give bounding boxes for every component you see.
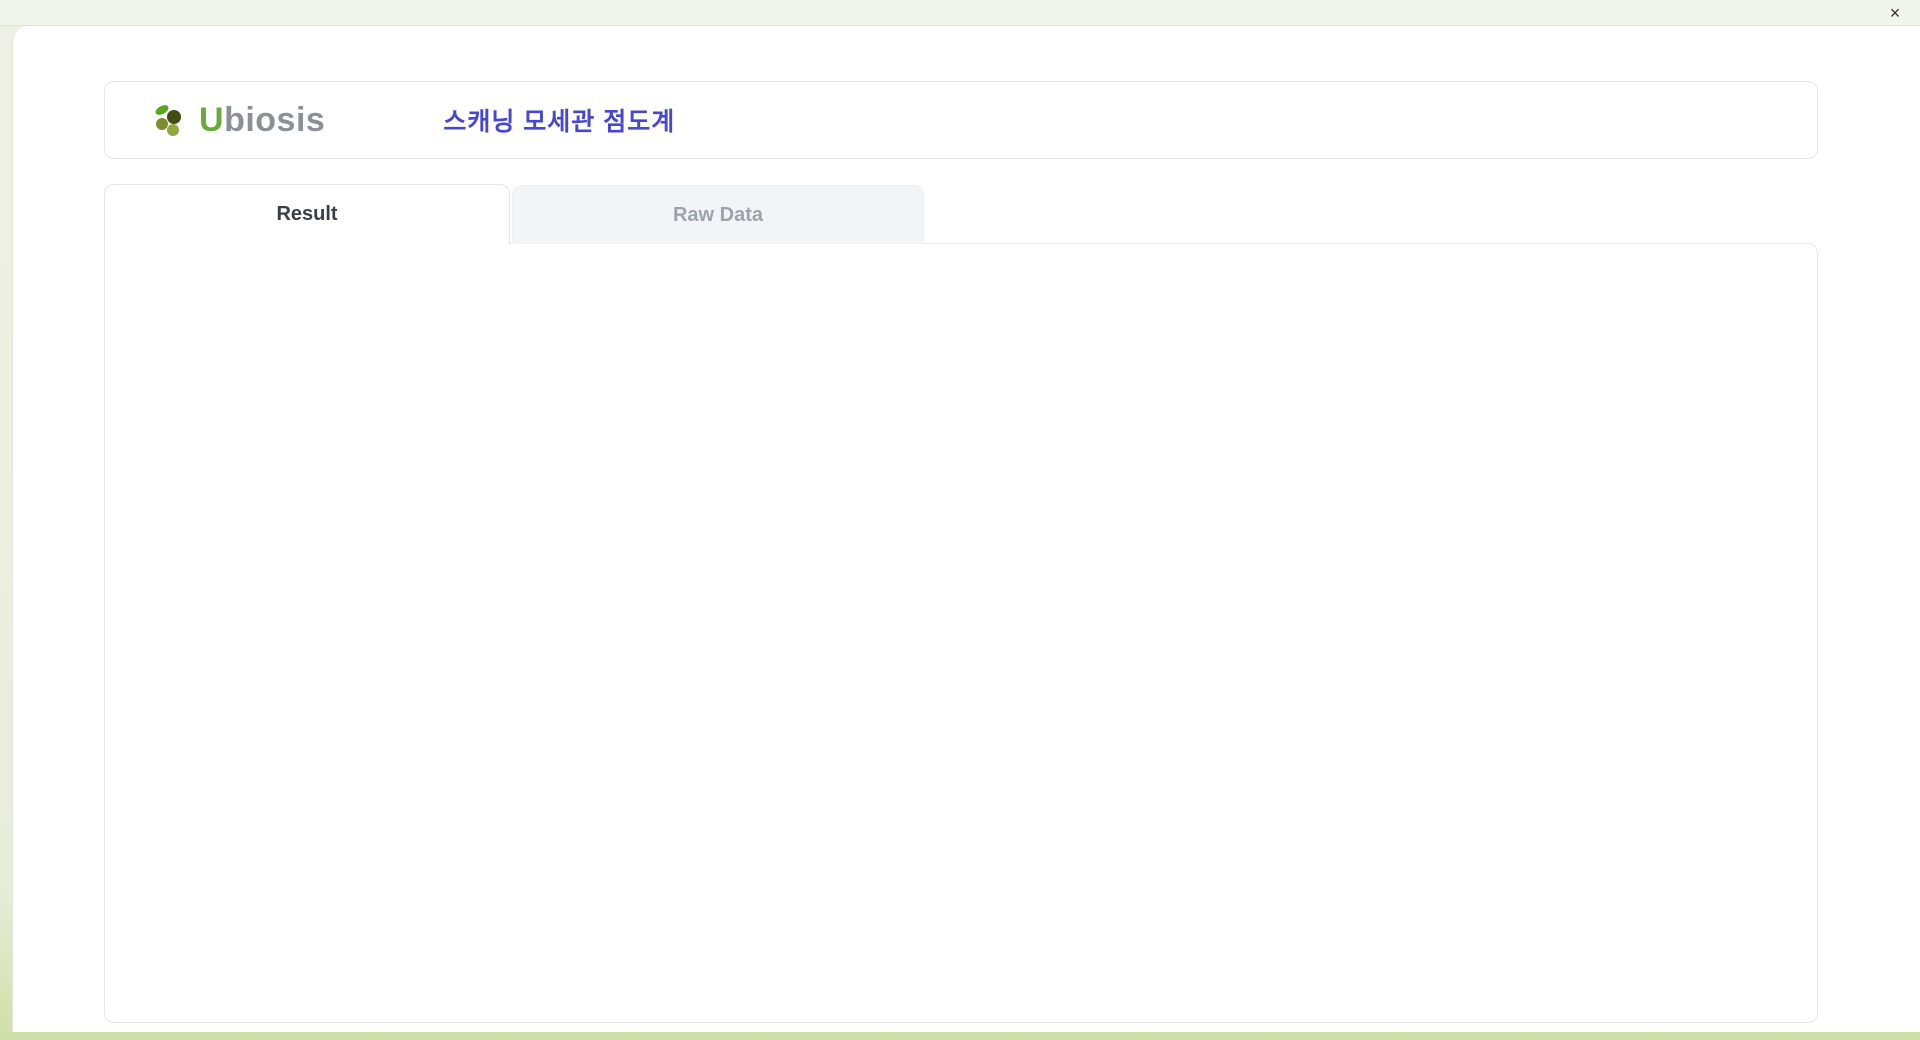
app-window: Ubiosis 스캐닝 모세관 점도계 Result Raw Data i Fi… (12, 26, 1920, 1032)
brand-logo: Ubiosis (151, 100, 325, 140)
brand-u: U (199, 100, 225, 139)
tab-result[interactable]: Result (104, 184, 510, 244)
brand-rest: biosis (224, 100, 326, 139)
brand-wordmark: Ubiosis (199, 101, 325, 140)
result-tab-panel (104, 243, 1818, 1023)
page-title: 스캐닝 모세관 점도계 (443, 108, 676, 136)
window-close-button[interactable]: × (1884, 2, 1906, 24)
tab-raw-data[interactable]: Raw Data (512, 185, 924, 244)
ubiosis-logo-icon (155, 105, 181, 136)
header-card: Ubiosis 스캐닝 모세관 점도계 (104, 81, 1818, 159)
titlebar: × (0, 0, 1920, 26)
